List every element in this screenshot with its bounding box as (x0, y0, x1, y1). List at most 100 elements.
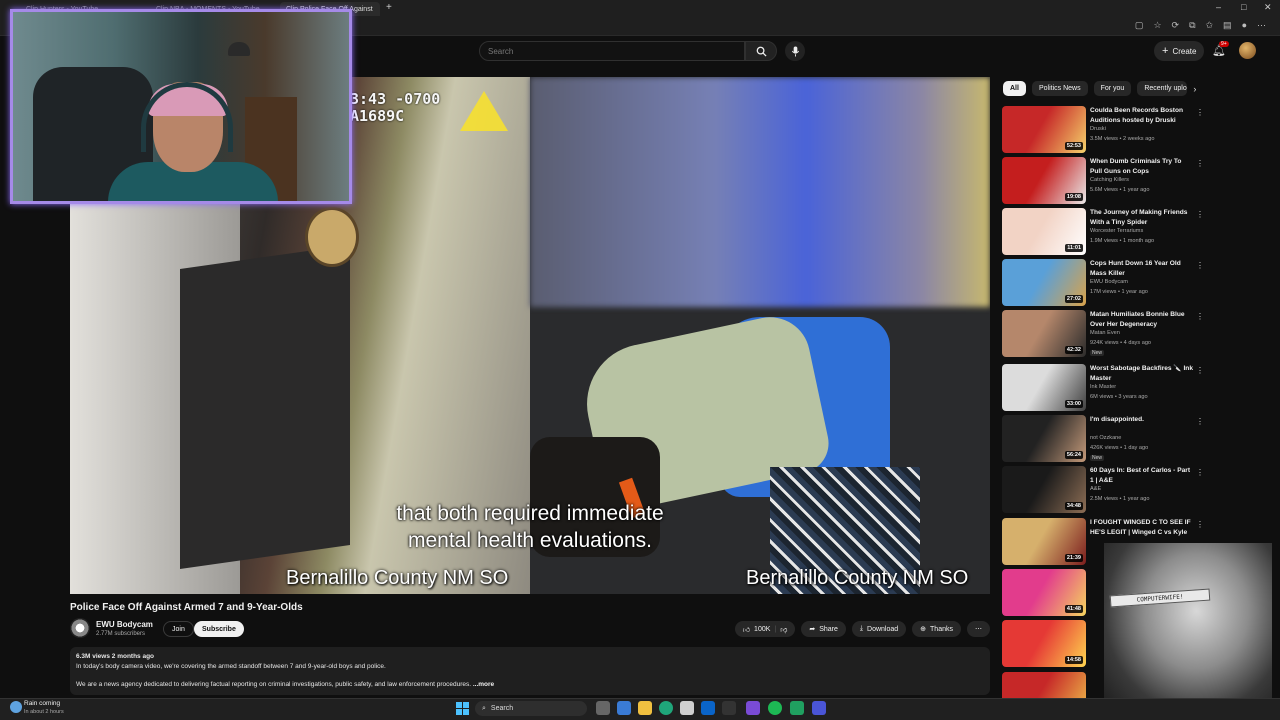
minimize-button[interactable]: – (1216, 2, 1221, 12)
collections-icon[interactable]: ▤ (1223, 20, 1232, 31)
thumbs-down-icon[interactable]: 👎︎ (780, 625, 787, 634)
edge-browser-icon[interactable] (659, 701, 673, 715)
recommended-title[interactable]: Coulda Been Records Boston Auditions hos… (1090, 106, 1194, 125)
voice-search-button[interactable] (785, 41, 805, 61)
video-thumbnail[interactable]: 42:32 (1002, 310, 1086, 357)
recommended-channel[interactable]: Matan Even (1090, 330, 1120, 336)
more-options-icon[interactable]: ⋮ (1196, 159, 1204, 168)
video-thumbnail[interactable]: 11:01 (1002, 208, 1086, 255)
chip-recently-uploaded[interactable]: Recently uploaded (1137, 81, 1188, 96)
thanks-button[interactable]: ⊕ Thanks (912, 621, 961, 637)
recommended-video[interactable]: 19:08 When Dumb Criminals Try To Pull Gun… (1002, 157, 1204, 205)
recommended-title[interactable]: The Journey of Making Friends With a Tin… (1090, 208, 1194, 227)
recommended-video[interactable]: 27:02 Cops Hunt Down 16 Year Old Mass Kil… (1002, 259, 1204, 307)
chip-all[interactable]: All (1003, 81, 1026, 96)
windows-start-icon[interactable] (456, 702, 469, 715)
recommended-video[interactable]: 52:53 Coulda Been Records Boston Audition… (1002, 106, 1204, 154)
more-options-icon[interactable]: ⋮ (1196, 261, 1204, 270)
menu-dots-icon[interactable]: ⋯ (1257, 20, 1266, 31)
video-thumbnail[interactable]: 41:48 (1002, 569, 1086, 616)
download-button[interactable]: ⤓ Download (851, 621, 907, 637)
like-button[interactable]: 👍︎ 100K | 👎︎ (734, 621, 796, 637)
taskbar-search[interactable]: ⌕ Search (475, 701, 587, 716)
recommended-title[interactable]: 60 Days In: Best of Carlos - Part 1 | A&… (1090, 466, 1194, 485)
more-actions-button[interactable]: ⋯ (967, 621, 990, 637)
favorites-icon[interactable]: ✩ (1206, 20, 1214, 31)
create-button[interactable]: + Create (1154, 41, 1205, 61)
account-avatar[interactable] (1239, 42, 1256, 59)
recommended-channel[interactable]: Ink Master (1090, 384, 1116, 390)
refresh-icon[interactable]: ⟳ (1172, 20, 1180, 31)
outlook-icon[interactable] (701, 701, 715, 715)
more-options-icon[interactable]: ⋮ (1196, 468, 1204, 477)
more-options-icon[interactable]: ⋮ (1196, 108, 1204, 117)
video-thumbnail[interactable]: 34:48 (1002, 466, 1086, 513)
chip-for-you[interactable]: For you (1093, 81, 1132, 96)
recommended-title[interactable]: I FOUGHT WINGED C TO SEE IF HE'S LEGIT |… (1090, 518, 1194, 537)
chevron-right-icon[interactable]: › (1193, 84, 1196, 94)
discord-icon[interactable] (746, 701, 760, 715)
weather-icon[interactable] (10, 701, 22, 713)
app-icon[interactable] (722, 701, 736, 715)
reader-icon[interactable]: ▢ (1135, 20, 1144, 31)
app-icon-3[interactable] (812, 701, 826, 715)
app-icon-2[interactable] (790, 701, 804, 715)
share-button[interactable]: ➦ Share (801, 621, 846, 637)
video-thumbnail[interactable]: 14:58 (1002, 620, 1086, 667)
profile-icon[interactable]: ● (1242, 20, 1247, 31)
recommended-title[interactable]: Cops Hunt Down 16 Year Old Mass Killer (1090, 259, 1194, 278)
recommended-title[interactable]: When Dumb Criminals Try To Pull Guns on … (1090, 157, 1194, 176)
recommended-title[interactable]: Worst Sabotage Backfires 🔪 Ink Master (1090, 364, 1194, 383)
taskbar-search-label: Search (490, 705, 514, 712)
recommended-channel[interactable]: Druski (1090, 126, 1106, 132)
more-options-icon[interactable]: ⋮ (1196, 520, 1204, 529)
video-thumbnail[interactable]: 33:00 (1002, 364, 1086, 411)
file-explorer-icon[interactable] (638, 701, 652, 715)
video-thumbnail[interactable]: 27:02 (1002, 259, 1086, 306)
recommended-video[interactable]: 34:48 60 Days In: Best of Carlos - Part 1… (1002, 466, 1204, 514)
recommended-channel[interactable]: EWU Bodycam (1090, 279, 1128, 285)
recommended-video[interactable]: 33:00 Worst Sabotage Backfires 🔪 Ink Mast… (1002, 364, 1204, 412)
extensions-icon[interactable]: ⧉ (1189, 20, 1195, 31)
video-duration: 41:48 (1064, 605, 1083, 613)
search-button[interactable] (745, 41, 777, 61)
search-input[interactable]: Search (479, 41, 745, 61)
video-thumbnail[interactable]: 56:24 (1002, 415, 1086, 462)
copilot-icon[interactable] (617, 701, 631, 715)
recommended-channel[interactable]: Worcester Terrariums (1090, 228, 1143, 234)
video-thumbnail[interactable]: 21:39 (1002, 518, 1086, 565)
recommended-video[interactable]: 56:24 I'm disappointed. ⋮ not Ozzkane 426K v… (1002, 415, 1204, 463)
more-options-icon[interactable]: ⋮ (1196, 210, 1204, 219)
video-duration: 52:53 (1064, 142, 1083, 150)
close-window-button[interactable]: ✕ (1264, 2, 1272, 13)
more-options-icon[interactable]: ⋮ (1196, 366, 1204, 375)
recommended-channel[interactable]: Catching Killers (1090, 177, 1129, 183)
recommended-channel[interactable]: not Ozzkane (1090, 435, 1121, 441)
channel-name[interactable]: EWU Bodycam (96, 620, 153, 629)
task-view-icon[interactable] (596, 701, 610, 715)
recommended-meta: 1.9M views • 1 month ago (1090, 238, 1155, 244)
more-options-icon[interactable]: ⋮ (1196, 312, 1204, 321)
video-duration: 56:24 (1064, 451, 1083, 459)
recommended-channel[interactable]: A&E (1090, 486, 1101, 492)
favorite-star-icon[interactable]: ☆ (1153, 20, 1161, 31)
weather-title[interactable]: Rain coming (24, 700, 60, 707)
recommended-title[interactable]: Matan Humiliates Bonnie Blue Over Her De… (1090, 310, 1194, 329)
recommended-video[interactable]: 11:01 The Journey of Making Friends With … (1002, 208, 1204, 256)
maximize-button[interactable]: □ (1241, 2, 1246, 12)
join-button[interactable]: Join (163, 621, 194, 637)
store-icon[interactable] (680, 701, 694, 715)
recommended-video[interactable]: 42:32 Matan Humiliates Bonnie Blue Over H… (1002, 310, 1204, 358)
new-tab-button[interactable]: + (386, 2, 392, 13)
recommended-title[interactable]: I'm disappointed. (1090, 415, 1194, 425)
more-options-icon[interactable]: ⋮ (1196, 417, 1204, 426)
chip-politics-news[interactable]: Politics News (1031, 81, 1088, 96)
subscribe-button[interactable]: Subscribe (194, 621, 244, 637)
video-thumbnail[interactable]: 52:53 (1002, 106, 1086, 153)
video-duration: 11:01 (1065, 244, 1083, 252)
show-more-link[interactable]: ...more (473, 681, 494, 688)
channel-avatar[interactable] (70, 618, 90, 638)
spotify-icon[interactable] (768, 701, 782, 715)
video-thumbnail[interactable]: 19:08 (1002, 157, 1086, 204)
video-description[interactable]: 6.3M views 2 months ago In today's body … (70, 647, 990, 695)
